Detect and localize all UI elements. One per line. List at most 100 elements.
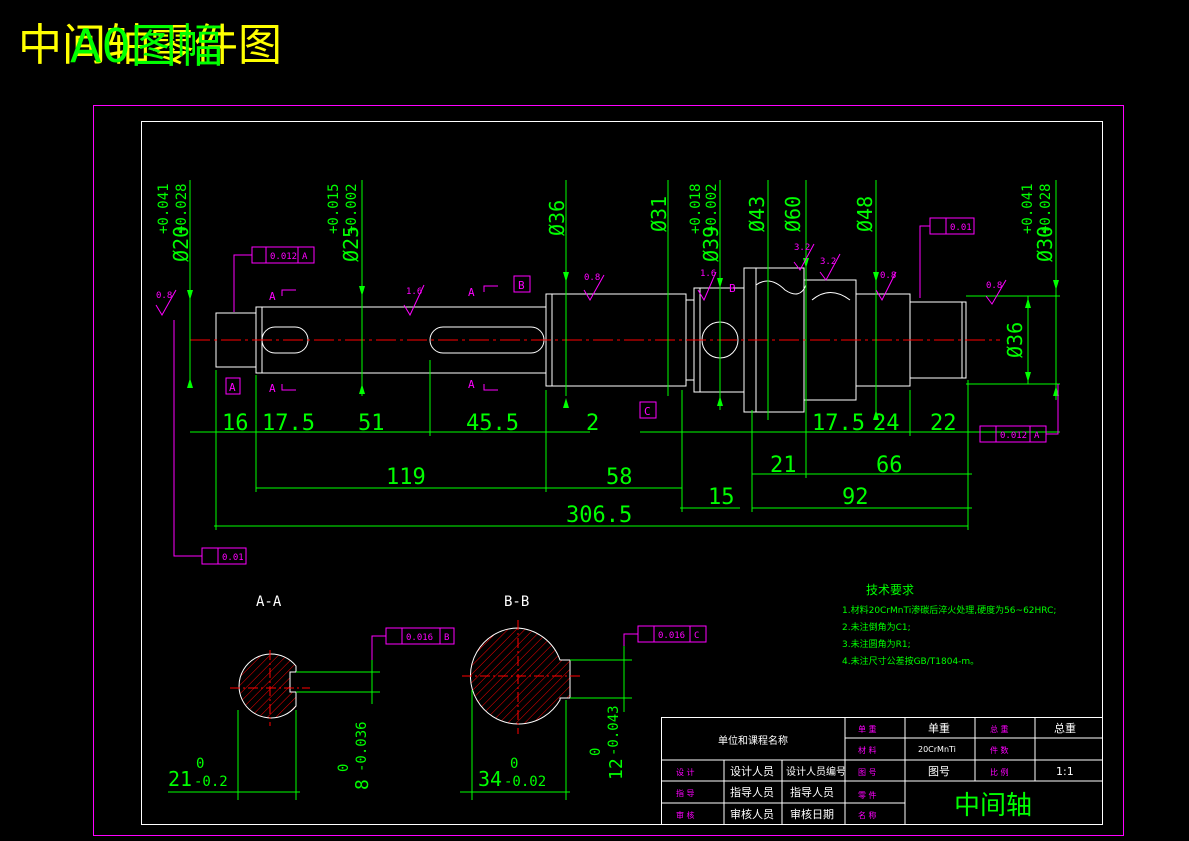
aa-key-nominal: 8 — [352, 779, 373, 790]
tb-scale-value: 1:1 — [1056, 765, 1074, 778]
roughness-8: 0.8 — [986, 281, 1002, 291]
aa-key-tol-lower: -0.036 — [354, 721, 370, 772]
tech-item-1: 1.材料20CrMnTi渗碳后淬火处理,硬度为56~62HRC; — [842, 604, 1056, 616]
section-bb-label: B-B — [504, 594, 529, 610]
roughness-4: 1.6 — [700, 269, 716, 279]
dim-66: 66 — [876, 453, 903, 478]
roughness-1: 0.8 — [156, 291, 172, 301]
datum-b: B — [518, 279, 525, 292]
tb-total-value: 总重 — [1054, 721, 1076, 735]
dim-d60: Ø60 — [781, 196, 805, 232]
gtol-right-bottom-value: 0.012 — [1000, 431, 1027, 441]
dim-24: 24 — [873, 411, 900, 436]
tb-part-label-2: 名 称 — [858, 810, 877, 820]
tol-d25-lower: +0.002 — [344, 183, 360, 234]
tb-review-label: 审 核 — [676, 810, 695, 820]
dim-21: 21 — [770, 453, 797, 478]
datum-a: A — [229, 381, 236, 394]
gtol-left-bottom-value: 0.01 — [222, 553, 244, 563]
tol-d39-upper: +0.018 — [688, 183, 704, 234]
aa-width-tol-lower: -0.2 — [194, 774, 228, 790]
gtol-right-bottom-datum: A — [1034, 431, 1040, 441]
aa-width-nominal: 21 — [168, 767, 192, 791]
gear-teeth — [701, 280, 851, 359]
title-block — [661, 717, 1103, 825]
gtol-frames — [173, 217, 1059, 668]
tb-material-label: 材 料 — [858, 745, 877, 755]
roughness-5: 3.2 — [794, 243, 810, 253]
dim-45-5: 45.5 — [466, 411, 519, 436]
gtol-section-a-datum: B — [444, 633, 449, 643]
section-bb: 34 0 -0.02 12 0 -0.043 — [460, 620, 632, 800]
dim-92: 92 — [842, 485, 869, 510]
dim-d36-right: Ø36 — [1003, 322, 1027, 358]
dim-58: 58 — [606, 465, 633, 490]
dim-22: 22 — [930, 411, 957, 436]
gtol-left-top-value: 0.012 — [270, 252, 297, 262]
gtol-section-b-value: 0.016 — [658, 631, 685, 641]
tb-part-label-1: 零 件 — [858, 790, 877, 800]
tb-total-label: 总 重 — [990, 724, 1009, 734]
section-aa: 21 0 -0.2 8 0 -0.036 — [168, 650, 380, 800]
dim-17-5: 17.5 — [262, 411, 315, 436]
roughness-3: 0.8 — [584, 273, 600, 283]
gtol-right-top-value: 0.01 — [950, 223, 972, 233]
dim-d31: Ø31 — [647, 196, 671, 232]
tb-guide-label: 指 导 — [676, 788, 695, 798]
tech-item-3: 3.未注圆角为R1; — [842, 638, 911, 650]
tol-d20-lower: +0.028 — [174, 183, 190, 234]
section-aa-label: A-A — [256, 594, 282, 610]
dim-306-5: 306.5 — [566, 503, 632, 528]
tech-requirements: 技术要求 1.材料20CrMnTi渗碳后淬火处理,硬度为56~62HRC; 2.… — [842, 583, 1056, 667]
sheet-size-overlay: A0图幅 — [70, 19, 223, 73]
tb-guide-value: 指导人员 — [730, 785, 774, 799]
tech-item-4: 4.未注尺寸公差按GB/T1804-m。 — [842, 655, 979, 667]
tb-review-value: 审核人员 — [730, 807, 774, 821]
bb-width-tol-upper: 0 — [510, 756, 518, 772]
dim-17-5b: 17.5 — [812, 411, 865, 436]
bb-key-tol-upper: 0 — [588, 748, 604, 756]
section-mark-a3: A — [468, 286, 475, 299]
tb-weight-label: 单 重 — [858, 724, 877, 734]
tb-design-no: 设计人员编号 — [786, 765, 846, 778]
section-mark-a1: A — [269, 290, 276, 303]
bb-width-tol-lower: -0.02 — [504, 774, 546, 790]
section-mark-a2: A — [269, 382, 276, 395]
tb-drawno-label: 图 号 — [858, 768, 877, 777]
tb-design-value: 设计人员 — [730, 765, 774, 778]
dim-d36: Ø36 — [545, 200, 569, 236]
tb-unit-name: 单位和课程名称 — [718, 734, 788, 747]
tb-material-value: 20CrMnTi — [918, 745, 956, 754]
tol-d30-upper: +0.041 — [1020, 183, 1036, 234]
dim-d43: Ø43 — [745, 196, 769, 232]
gtol-left-top-datum: A — [302, 252, 308, 262]
gtol-section-b-datum: C — [694, 631, 699, 641]
tb-weight-value: 单重 — [928, 721, 950, 735]
dim-16: 16 — [222, 411, 249, 436]
tb-scale-label: 比 例 — [990, 767, 1009, 777]
tb-guide-value-2: 指导人员 — [790, 785, 834, 799]
tech-item-2: 2.未注倒角为C1; — [842, 621, 911, 633]
dim-15: 15 — [708, 485, 735, 510]
tol-d30-lower: +0.028 — [1038, 183, 1054, 234]
bb-key-tol-lower: -0.043 — [606, 705, 622, 756]
gtol-section-a-value: 0.016 — [406, 633, 433, 643]
roughness-6: 3.2 — [820, 257, 836, 267]
dimension-arrows — [187, 258, 1059, 420]
dim-51: 51 — [358, 411, 385, 436]
datum-c: C — [644, 405, 651, 418]
dim-2: 2 — [586, 411, 599, 436]
dim-119: 119 — [386, 465, 426, 490]
tb-design-label: 设 计 — [676, 767, 695, 777]
tol-d25-upper: +0.015 — [326, 183, 342, 234]
tb-drawno-value: 图号 — [928, 765, 950, 778]
aa-width-tol-upper: 0 — [196, 756, 204, 772]
roughness-7: 0.8 — [880, 271, 896, 281]
dim-d48: Ø48 — [853, 196, 877, 232]
bb-width-nominal: 34 — [478, 767, 502, 791]
drawing-canvas: 中间轴零件图 A0图幅 16 17.5 51 45.5 2 17.5 24 22… — [18, 19, 1124, 836]
bb-key-nominal: 12 — [606, 758, 627, 780]
aa-key-tol-upper: 0 — [336, 764, 352, 772]
roughness-2: 1.6 — [406, 287, 422, 297]
tb-part-name: 中间轴 — [954, 791, 1032, 821]
